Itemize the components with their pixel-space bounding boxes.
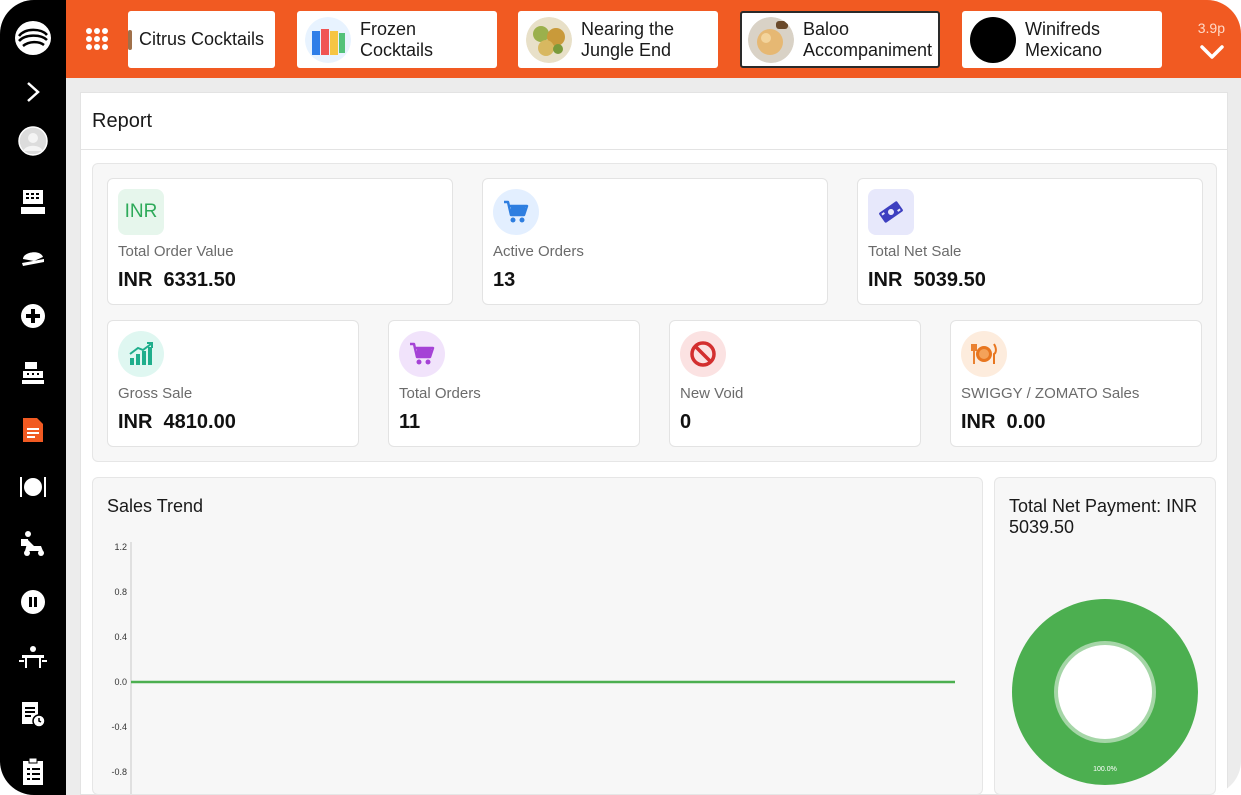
y-tick-label: 0.0 xyxy=(114,677,127,687)
card-label: Gross Sale xyxy=(118,385,193,402)
slice-percent-label: 100.0% xyxy=(1093,766,1117,773)
grid-menu-icon[interactable] xyxy=(83,25,111,53)
category-label: Frozen Cocktails xyxy=(360,18,434,60)
category-nearing-the-jungle-end[interactable]: Nearing the Jungle End xyxy=(518,11,718,68)
void-icon xyxy=(680,331,726,377)
takeaway-icon[interactable] xyxy=(13,238,53,278)
dine-in-icon[interactable] xyxy=(13,467,53,507)
card-label: Total Net Sale xyxy=(868,243,962,260)
y-tick-label: -0.4 xyxy=(111,722,127,732)
category-bar: Citrus Cocktails Frozen Cocktails Nearin… xyxy=(66,0,1241,78)
total-order-value-card: INR Total Order Value INR 6331.50 xyxy=(107,178,453,305)
category-label: Nearing the Jungle End xyxy=(581,18,675,60)
category-citrus-cocktails[interactable]: Citrus Cocktails xyxy=(128,11,275,68)
pos-terminal-icon[interactable] xyxy=(13,182,53,222)
category-frozen-cocktails[interactable]: Frozen Cocktails xyxy=(297,11,497,68)
report-icon[interactable] xyxy=(13,410,53,450)
logo-icon[interactable] xyxy=(13,18,53,58)
winifreds-thumb xyxy=(970,16,1016,63)
baloo-thumb xyxy=(748,16,794,63)
delivery-icon[interactable] xyxy=(13,524,53,564)
money-icon xyxy=(868,189,914,235)
growth-chart-icon xyxy=(118,331,164,377)
y-tick-label: 0.8 xyxy=(114,587,127,597)
gross-sale-card: Gross Sale INR 4810.00 xyxy=(107,320,359,447)
card-value: INR 4810.00 xyxy=(118,411,236,433)
y-tick-label: 0.4 xyxy=(114,632,127,642)
profile-icon[interactable] xyxy=(13,121,53,161)
inr-icon: INR xyxy=(118,189,164,235)
card-label: Total Order Value xyxy=(118,243,234,260)
category-baloo-accompaniments[interactable]: Baloo Accompaniments (Indian xyxy=(740,11,940,68)
version-label: 3.9p xyxy=(1197,20,1225,36)
page-title: Report xyxy=(92,109,153,132)
sales-trend-chart: Sales Trend 1.2 0.8 0.4 0.0 -0.4 -0.8 xyxy=(92,477,983,795)
swiggy-zomato-sales-card: SWIGGY / ZOMATO Sales INR 0.00 xyxy=(950,320,1202,447)
table-icon[interactable] xyxy=(13,638,53,678)
category-label: Baloo Accompaniments (Indian xyxy=(803,18,933,60)
card-label: Active Orders xyxy=(493,243,584,260)
card-value: 11 xyxy=(399,411,421,433)
cash-register-icon[interactable] xyxy=(13,353,53,393)
card-value: 0 xyxy=(680,411,692,433)
checklist-icon[interactable] xyxy=(13,752,53,792)
citrus-thumb xyxy=(128,29,132,50)
card-value: INR 0.00 xyxy=(961,411,1046,433)
active-orders-card: Active Orders 13 xyxy=(482,178,828,305)
payment-donut-chart: 100.0% xyxy=(1012,599,1198,785)
new-void-card: New Void 0 xyxy=(669,320,921,447)
y-tick-label: -0.8 xyxy=(111,767,127,777)
card-value: INR 5039.50 xyxy=(868,269,986,291)
donut-hole xyxy=(1058,645,1152,739)
add-icon[interactable] xyxy=(13,296,53,336)
sidebar xyxy=(0,0,66,795)
jungle-end-thumb xyxy=(526,16,572,63)
report-panel: Report INR Total Order Value INR 6331.50… xyxy=(80,92,1228,795)
category-winifreds-mexicano[interactable]: Winifreds Mexicano xyxy=(962,11,1162,68)
chevron-down-icon[interactable] xyxy=(1199,42,1225,62)
stats-panel: INR Total Order Value INR 6331.50 Active… xyxy=(92,163,1217,462)
card-value: INR 6331.50 xyxy=(118,269,236,291)
order-history-icon[interactable] xyxy=(13,695,53,735)
card-label: Total Orders xyxy=(399,385,481,402)
cart-icon xyxy=(399,331,445,377)
total-orders-card: Total Orders 11 xyxy=(388,320,640,447)
total-net-payment-panel: Total Net Payment: INR 5039.50 100.0% xyxy=(994,477,1216,795)
card-label: SWIGGY / ZOMATO Sales xyxy=(961,385,1140,402)
frozen-cocktails-thumb xyxy=(305,16,351,63)
cart-icon xyxy=(493,189,539,235)
category-label: Citrus Cocktails xyxy=(139,29,265,49)
card-label: New Void xyxy=(680,385,744,402)
y-tick-label: 1.2 xyxy=(114,542,127,552)
category-label: Winifreds Mexicano xyxy=(1025,18,1103,60)
total-net-sale-card: Total Net Sale INR 5039.50 xyxy=(857,178,1203,305)
expand-icon[interactable] xyxy=(13,72,53,112)
report-header: Report xyxy=(81,93,1227,150)
pause-icon[interactable] xyxy=(13,582,53,622)
sales-trend-plot: 1.2 0.8 0.4 0.0 -0.4 -0.8 xyxy=(111,542,955,794)
card-value: 13 xyxy=(493,269,516,291)
app-frame: Citrus Cocktails Frozen Cocktails Nearin… xyxy=(0,0,1241,795)
dining-plate-icon xyxy=(961,331,1007,377)
